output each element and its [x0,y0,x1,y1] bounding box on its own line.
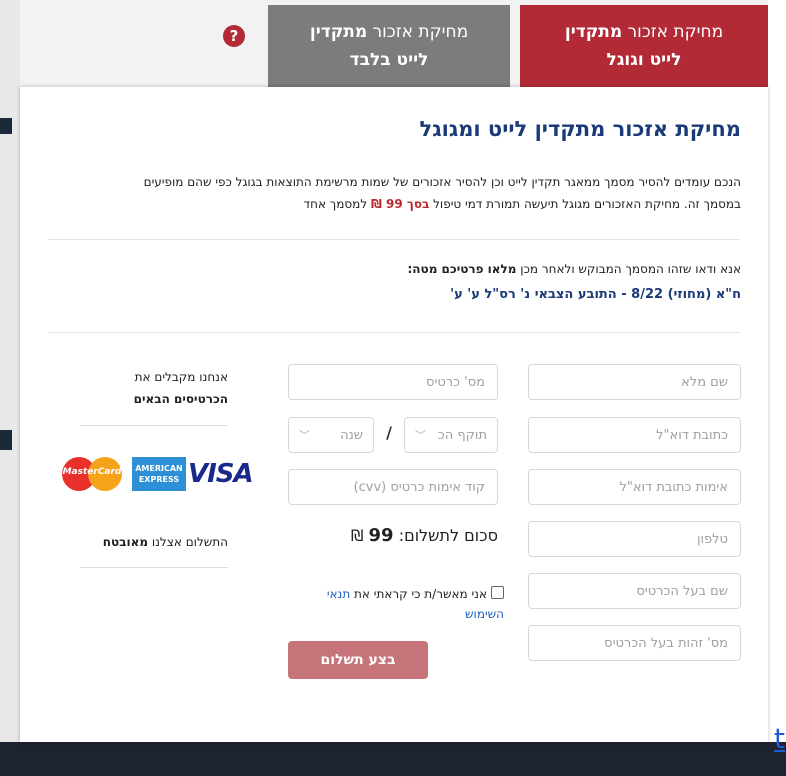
currency-symbol: ₪ [350,526,364,545]
background-page-bottom [0,742,786,776]
total-value: 99 [368,525,394,546]
tab-text-bold: לייט וגוגל [606,50,682,70]
total-label: סכום לתשלום: [398,526,498,545]
card-holder-input[interactable]: שם בעל הכרטיס [528,573,741,609]
tab-line1: מחיקת אזכור מתקדין [520,18,768,46]
card-logos: MasterCard AMERICAN EXPRESS VISA [62,453,254,491]
divider [80,425,228,426]
amex-icon: AMERICAN EXPRESS [132,457,186,491]
accepted-cards-text: אנחנו מקבלים את הכרטיסים הבאים [80,366,228,410]
secure-pre: התשלום אצלנו [148,535,228,549]
tab-delete-light-only[interactable]: מחיקת אזכור מתקדין לייט בלבד [268,5,510,87]
cvv-input[interactable]: קוד אימות כרטיס (cvv) [288,469,498,505]
accepted-cards-bold: הכרטיסים הבאים [133,392,228,406]
tab-text: מחיקת אזכור [622,22,724,42]
expiry-year-select[interactable]: שנה ﹀ [288,417,374,453]
background-page-left [0,0,20,776]
expiry-month-value: תוקף הכ [437,427,487,443]
intro-line2: במסמך זה. מחיקת האזכורים מגוגל תיעשה תמו… [41,193,741,215]
confirm-instruction: אנא ודאו שזהו המסמך המבוקש ולאחר מכן מלא… [408,262,742,276]
delete-panel: מחיקת אזכור מתקדין לייט ומגוגל הנכם עומד… [20,87,768,742]
background-link[interactable]: t [774,722,785,755]
intro-text-part: למסמך אחד [303,197,371,211]
divider [80,567,228,568]
card-number-input[interactable]: מס' כרטיס [288,364,498,400]
tab-line2: לייט וגוגל [520,46,768,74]
holder-id-input[interactable]: מס' זהות בעל הכרטיס [528,625,741,661]
expiry-separator: / [386,423,392,442]
tab-text-bold: מתקדין [309,22,368,42]
help-icon[interactable]: ? [223,25,245,47]
chevron-down-icon: ﹀ [415,429,426,442]
confirm-text-bold: מלאו פרטיכם מטה: [407,262,517,276]
visa-icon: VISA [188,459,254,489]
tab-text-bold: לייט בלבד [349,50,429,70]
divider [48,332,740,333]
secure-bold: מאובטח [102,535,149,549]
phone-input[interactable]: טלפון [528,521,741,557]
amex-text: AMERICAN [135,464,183,473]
expiry-month-select[interactable]: תוקף הכ ﹀ [404,417,498,453]
terms-text: אני מאשר/ת כי קראתי את [350,587,487,601]
divider [48,239,740,240]
mastercard-text: MasterCard [62,467,122,477]
price-highlight: בסך 99 ₪ [370,197,430,211]
tab-text: מחיקת אזכור [367,22,469,42]
accepted-cards-pre: אנחנו מקבלים את [134,370,228,384]
intro-line1: הנכם עומדים להסיר מסמך ממאגר תקדין לייט … [143,175,741,189]
intro-text: הנכם עומדים להסיר מסמך ממאגר תקדין לייט … [41,171,741,215]
pay-button[interactable]: בצע תשלום [288,641,428,679]
tab-line2: לייט בלבד [268,46,510,74]
tab-delete-light-and-google[interactable]: מחיקת אזכור מתקדין לייט וגוגל [520,5,768,87]
mastercard-icon: MasterCard [62,457,122,491]
full-name-input[interactable]: שם מלא [528,364,741,400]
panel-title: מחיקת אזכור מתקדין לייט ומגוגל [419,117,741,141]
expiry-year-value: שנה [340,427,363,443]
confirm-text: אנא ודאו שזהו המסמך המבוקש ולאחר מכן [516,262,741,276]
background-strip [0,430,12,450]
terms-agreement: אני מאשר/ת כי קראתי את תנאי השימוש [294,584,504,624]
tab-text-bold: מתקדין [564,22,623,42]
background-strip [0,118,12,134]
tab-line1: מחיקת אזכור מתקדין [268,18,510,46]
amex-text: EXPRESS [138,475,180,484]
intro-text-part: במסמך זה. מחיקת האזכורים מגוגל תיעשה תמו… [429,197,741,211]
total-amount: סכום לתשלום: 99 ₪ [351,525,498,546]
case-name: ח"א (מחוזי) 8/22 - התובע הצבאי נ' רס"ל ע… [450,287,741,302]
email-confirm-input[interactable]: אימות כתובת דוא"ל [528,469,741,505]
secure-payment-text: התשלום אצלנו מאובטח [80,531,228,553]
email-input[interactable]: כתובת דוא"ל [528,417,741,453]
terms-checkbox[interactable] [491,586,504,599]
chevron-down-icon: ﹀ [299,429,310,442]
background-page-right [768,0,786,742]
